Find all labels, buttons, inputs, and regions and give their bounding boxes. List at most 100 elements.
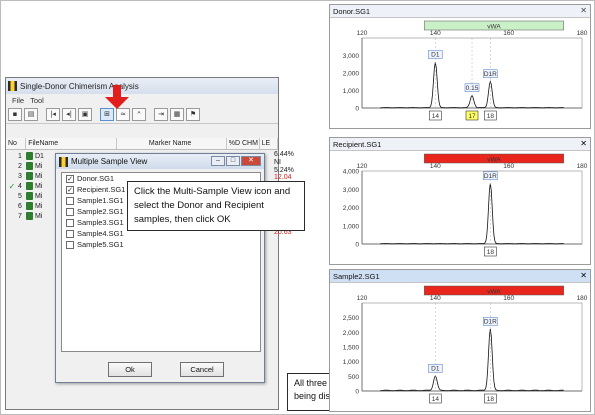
y-tick-label: 2,500	[343, 315, 360, 322]
checkbox[interactable]	[66, 218, 74, 227]
plot-frame	[361, 170, 583, 245]
plot-frame	[361, 302, 583, 392]
peak-label: D1	[431, 52, 440, 59]
overlay-icon[interactable]: ≈	[116, 108, 130, 121]
panel-recipient: Recipient.SG1 ✕ vWA 120 140 160 180 4,000 3,00…	[329, 137, 591, 265]
y-tick-label: 3,000	[343, 187, 360, 194]
panel-close-icon[interactable]: ✕	[580, 271, 587, 280]
sample-item[interactable]: Sample5.SG1	[62, 239, 260, 250]
x-tick-label: 140	[430, 295, 441, 302]
x-tick-label: 180	[577, 30, 588, 37]
row-filename: Mi	[35, 172, 43, 180]
panel-title: Donor.SG1	[330, 5, 590, 18]
y-tick-label: 500	[348, 374, 359, 381]
grid-header: No FileName Marker Name %D CHM LE	[6, 138, 278, 150]
multi-sample-view-icon[interactable]: ⊞	[100, 108, 114, 121]
y-tick-label: 3,000	[343, 53, 360, 60]
cancel-button[interactable]: Cancel	[180, 362, 224, 377]
y-tick-label: 1,000	[343, 359, 360, 366]
panel-title: Sample2.SG1	[330, 270, 590, 283]
minimize-icon[interactable]: –	[211, 156, 225, 166]
row-filename: D1	[35, 152, 44, 160]
x-tick-label: 120	[357, 30, 368, 37]
col-no[interactable]: No	[6, 138, 27, 149]
report-icon[interactable]: ▦	[170, 108, 184, 121]
ok-button[interactable]: Ok	[108, 362, 152, 377]
sample-file-icon	[26, 192, 33, 200]
allele-bin-label: 17	[468, 113, 476, 120]
forward-icon[interactable]: ▣	[78, 108, 92, 121]
sample-label: Sample3.SG1	[77, 218, 124, 227]
col-le[interactable]: LE	[260, 138, 278, 149]
dialog-logo-icon	[59, 156, 68, 167]
axis-icon[interactable]: ᴬ	[132, 108, 146, 121]
allele-bin-label: 14	[432, 396, 440, 403]
sample-file-icon	[26, 172, 33, 180]
sample-file-icon	[26, 182, 33, 190]
print-icon[interactable]: ▤	[24, 108, 38, 121]
panel-close-icon[interactable]: ✕	[580, 6, 587, 15]
checkbox[interactable]	[66, 240, 74, 249]
screenshot: Single-Donor Chimerism Analysis File Too…	[0, 0, 595, 415]
row-filename: Mi	[35, 202, 43, 210]
maximize-icon[interactable]: □	[226, 156, 240, 166]
col-filename[interactable]: FileName	[26, 138, 117, 149]
marker-label: vWA	[487, 24, 501, 31]
menu-tool[interactable]: Tool	[30, 96, 44, 105]
row-filename: Mi	[35, 192, 43, 200]
sample2-plot: vWA 120 140 160 180 2,500 2,000 1,500 1,000 500 0 D…	[343, 285, 588, 404]
allele-bin-label: 18	[487, 249, 495, 256]
sample-label: Recipient.SG1	[77, 185, 126, 194]
signal-trace	[380, 328, 564, 392]
y-tick-label: 0	[355, 389, 359, 396]
y-tick-label: 0	[355, 242, 359, 249]
allele-bin-label: 14	[432, 113, 440, 120]
save-icon[interactable]: ▪	[8, 108, 22, 121]
y-tick-label: 1,000	[343, 88, 360, 95]
col-marker[interactable]: Marker Name	[147, 138, 227, 149]
allele-bin-label: 18	[487, 113, 495, 120]
first-icon[interactable]: |◂	[46, 108, 60, 121]
le-value: NI	[274, 158, 281, 166]
x-tick-label: 140	[430, 163, 441, 170]
row-number: 4	[18, 182, 22, 190]
dialog-title: Multiple Sample View	[71, 157, 148, 166]
close-icon[interactable]: ✕	[241, 156, 261, 166]
sample-file-icon	[26, 162, 33, 170]
dialog-title-bar: Multiple Sample View – □ ✕	[56, 154, 264, 169]
row-number: 2	[18, 162, 22, 170]
export-icon[interactable]: ⇥	[154, 108, 168, 121]
panel-title: Recipient.SG1	[330, 138, 590, 151]
x-tick-label: 180	[577, 295, 588, 302]
red-arrow-head	[105, 97, 129, 109]
marker-label: vWA	[487, 157, 501, 164]
panel-donor: Donor.SG1 ✕ vWA 120 140 160 180 3,000 2,000 1,0…	[329, 4, 591, 129]
sample-label: Sample1.SG1	[77, 196, 124, 205]
sample-file-icon	[26, 202, 33, 210]
row-filename: Mi	[35, 212, 43, 220]
checkbox[interactable]	[66, 229, 74, 238]
y-tick-label: 2,000	[343, 330, 360, 337]
flag-icon[interactable]: ⚑	[186, 108, 200, 121]
y-tick-label: 2,000	[343, 205, 360, 212]
checkbox[interactable]	[66, 207, 74, 216]
checkbox[interactable]: ✓	[66, 185, 74, 194]
row-number: 1	[18, 152, 22, 160]
menu-bar: File Tool	[6, 94, 278, 106]
col-chm[interactable]: %D CHM	[227, 138, 260, 149]
recipient-plot: vWA120 140 160 1804,0003,0002,0001,0000D1R1…	[343, 153, 588, 257]
back-icon[interactable]: ◂|	[62, 108, 76, 121]
menu-file[interactable]: File	[12, 96, 24, 105]
plot-frame	[361, 37, 583, 109]
le-value: 5.24%	[274, 166, 294, 174]
panel-sample2: Sample2.SG1 ✕ vWA 120 140 160 180 2,500 2,000 1…	[329, 269, 591, 412]
x-tick-label: 140	[430, 30, 441, 37]
toolbar: ▪ ▤ |◂ ◂| ▣ ⊞ ≈ ᴬ ⇥ ▦ ⚑	[6, 106, 278, 124]
checkbox[interactable]: ✓	[66, 174, 74, 183]
panel-close-icon[interactable]: ✕	[580, 139, 587, 148]
x-tick-label: 160	[503, 295, 514, 302]
checkbox[interactable]	[66, 196, 74, 205]
row-number: 3	[18, 172, 22, 180]
signal-trace	[380, 183, 564, 245]
row-number: 6	[18, 202, 22, 210]
